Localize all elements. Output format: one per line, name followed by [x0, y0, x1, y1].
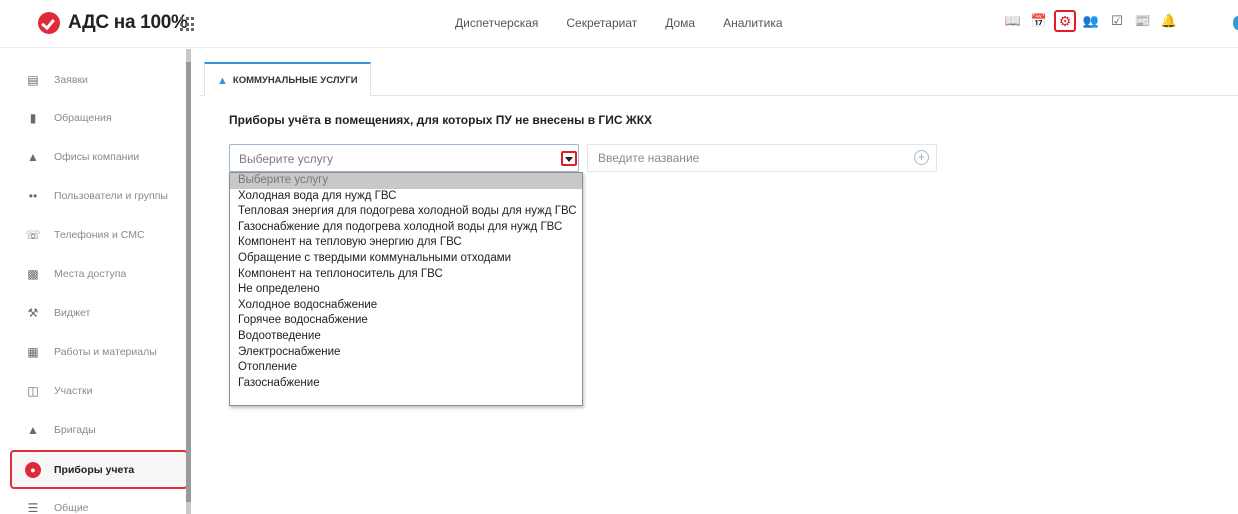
main-nav: Диспетчерская Секретариат Дома Аналитика	[455, 16, 811, 30]
apps-grid-icon[interactable]	[180, 17, 194, 31]
sitemap-icon: ◫	[27, 384, 39, 398]
office-icon: ▲	[27, 150, 39, 164]
logo-check-icon	[38, 12, 60, 34]
sidebar-item-general[interactable]: ☰ Общие	[0, 489, 186, 514]
phone-icon: ☏	[25, 228, 41, 242]
sidebar-item-access-places[interactable]: ▩ Места доступа	[0, 255, 186, 293]
sidebar-item-label: Офисы компании	[54, 151, 140, 163]
book-icon[interactable]: 📖	[1002, 10, 1024, 32]
users-icon[interactable]: 👥	[1080, 10, 1102, 32]
sidebar-item-telephony[interactable]: ☏ Телефония и СМС	[0, 216, 186, 254]
sidebar-item-widget[interactable]: ⚒ Виджет	[0, 294, 186, 332]
bell-icon[interactable]: 🔔	[1158, 10, 1180, 32]
sidebar-item-label: Приборы учета	[54, 463, 135, 476]
dropdown-option[interactable]: Компонент на тепловую энергию для ГВС	[230, 235, 582, 251]
tab-communal-services[interactable]: ▲ КОММУНАЛЬНЫЕ УСЛУГИ	[204, 62, 371, 97]
sidebar-item-appeals[interactable]: ▮ Обращения	[0, 99, 186, 137]
helmet-icon: ▲	[27, 423, 39, 437]
top-header: АДС на 100% Диспетчерская Секретариат До…	[0, 0, 1238, 48]
dropdown-option[interactable]: Водоотведение	[230, 329, 582, 345]
door-icon: ▩	[27, 267, 39, 281]
calendar-icon[interactable]: 📅	[1028, 10, 1050, 32]
dropdown-arrow-icon[interactable]	[561, 151, 577, 166]
sidebar-item-offices[interactable]: ▲ Офисы компании	[0, 138, 186, 176]
nav-secretariat[interactable]: Секретариат	[566, 16, 637, 30]
sidebar-item-label: Обращения	[54, 112, 112, 124]
tab-bar: ▲ КОММУНАЛЬНЫЕ УСЛУГИ	[200, 62, 1238, 97]
dropdown-option[interactable]: Горячее водоснабжение	[230, 313, 582, 329]
sidebar-item-label: Участки	[54, 385, 93, 397]
sidebar-item-label: Заявки	[54, 74, 88, 86]
sidebar-item-works-materials[interactable]: ▦ Работы и материалы	[0, 333, 186, 371]
dropdown-option[interactable]: Выберите услугу	[230, 173, 582, 189]
dropdown-option[interactable]: Электроснабжение	[230, 345, 582, 361]
service-select[interactable]: Выберите услугу	[229, 144, 579, 172]
logo-text: АДС на 100%	[68, 12, 188, 33]
tap-icon: ▲	[217, 74, 228, 87]
sidebar-item-brigades[interactable]: ▲ Бригады	[0, 411, 186, 449]
sidebar-item-label: Места доступа	[54, 268, 127, 280]
dropdown-option[interactable]: Отопление	[230, 360, 582, 376]
wrench-icon: ⚒	[27, 306, 39, 320]
name-input[interactable]	[587, 144, 937, 172]
users-icon: ••	[28, 189, 38, 203]
sidebar: ▤ Заявки ▮ Обращения ▲ Офисы компании ••…	[0, 49, 188, 514]
dropdown-option[interactable]: Компонент на теплоноситель для ГВС	[230, 267, 582, 283]
sidebar-item-requests[interactable]: ▤ Заявки	[0, 61, 186, 99]
dropdown-option[interactable]: Газоснабжение	[230, 376, 582, 392]
header-icons: 📖 📅 ⚙ 👥 ☑ 📰 🔔	[1002, 10, 1184, 32]
checklist-icon[interactable]: ☑	[1106, 10, 1128, 32]
sidebar-item-label: Телефония и СМС	[54, 229, 145, 241]
books-icon: ▤	[27, 73, 39, 87]
nav-analytics[interactable]: Аналитика	[723, 16, 782, 30]
service-select-value: Выберите услугу	[239, 152, 334, 166]
logo[interactable]: АДС на 100%	[38, 12, 188, 34]
newspaper-icon[interactable]: 📰	[1132, 10, 1154, 32]
sidebar-item-label: Пользователи и группы	[54, 190, 168, 202]
nav-dispatch[interactable]: Диспетчерская	[455, 16, 538, 30]
dropdown-option[interactable]: Не определено	[230, 282, 582, 298]
gauge-icon: ●	[25, 461, 41, 478]
calculator-icon: ▦	[27, 345, 39, 359]
sidebar-item-label: Виджет	[54, 307, 91, 319]
section-title: Приборы учёта в помещениях, для которых …	[229, 113, 653, 127]
avatar[interactable]	[1233, 16, 1238, 30]
dropdown-option[interactable]: Холодное водоснабжение	[230, 298, 582, 314]
gear-icon[interactable]: ⚙	[1054, 10, 1076, 32]
nav-houses[interactable]: Дома	[665, 16, 695, 30]
service-dropdown-list: Выберите услугу Холодная вода для нужд Г…	[229, 172, 583, 406]
sidebar-item-meters[interactable]: ● Приборы учета	[10, 450, 188, 489]
sidebar-item-users[interactable]: •• Пользователи и группы	[0, 177, 186, 215]
add-icon[interactable]: +	[914, 150, 929, 165]
sidebar-item-sections[interactable]: ◫ Участки	[0, 372, 186, 410]
sidebar-item-label: Бригады	[54, 424, 96, 436]
sidebar-item-label: Общие	[54, 502, 89, 514]
tab-label: КОММУНАЛЬНЫЕ УСЛУГИ	[232, 75, 358, 86]
dropdown-option[interactable]: Обращение с твердыми коммунальными отход…	[230, 251, 582, 267]
menu-icon: ☰	[27, 501, 39, 514]
dropdown-option[interactable]: Тепловая энергия для подогрева холодной …	[230, 204, 582, 220]
document-icon: ▮	[29, 111, 37, 125]
dropdown-option[interactable]: Холодная вода для нужд ГВС	[230, 189, 582, 205]
sidebar-item-label: Работы и материалы	[54, 346, 157, 358]
dropdown-option[interactable]: Газоснабжение для подогрева холодной вод…	[230, 220, 582, 236]
